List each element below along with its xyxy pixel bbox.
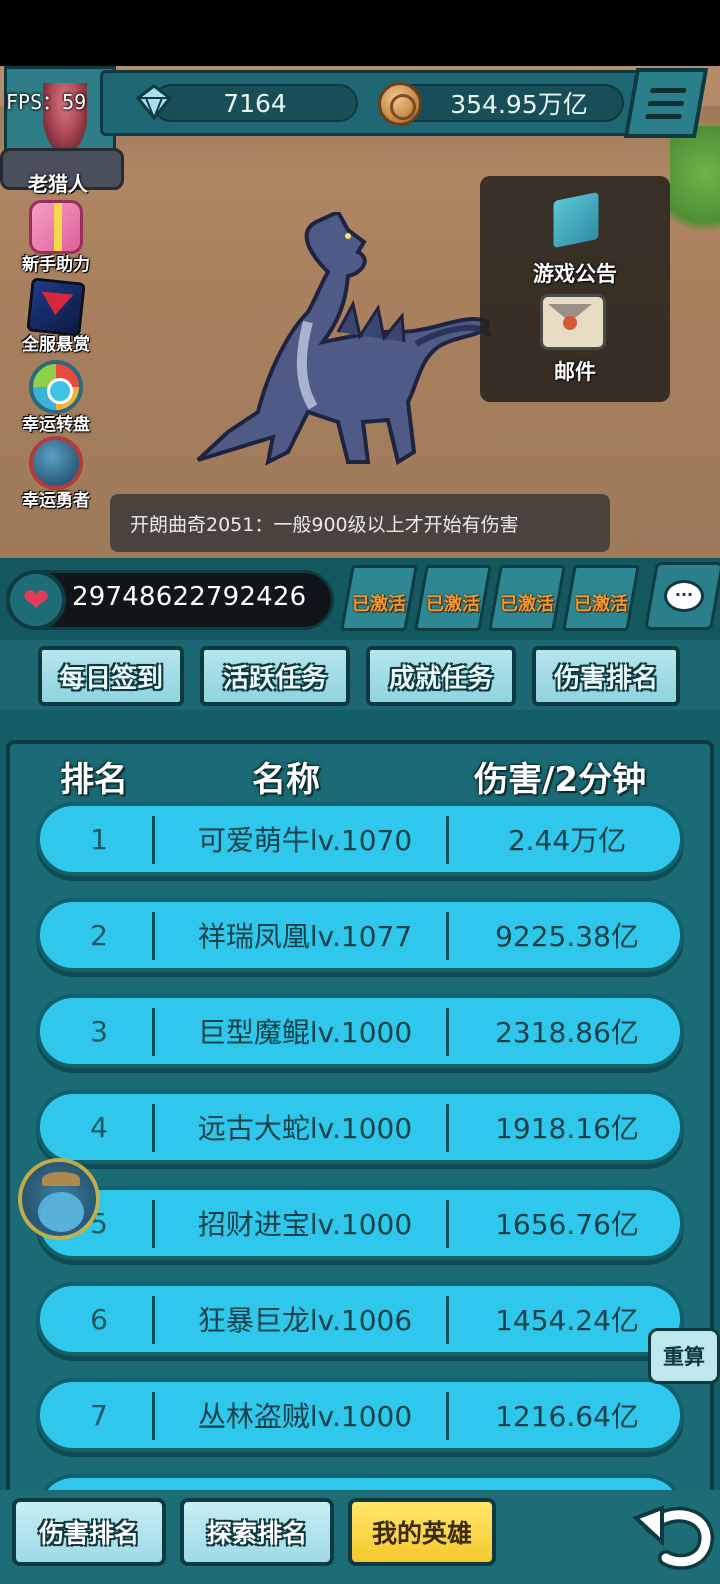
gift-icon [29, 200, 83, 254]
row-rank: 6 [90, 1302, 108, 1336]
recalculate-button[interactable]: 重算 [648, 1328, 720, 1384]
mail-label: 邮件 [554, 360, 596, 384]
header-rank: 排名 [60, 760, 128, 800]
chat-message[interactable]: 开朗曲奇2051：一般900级以上才开始有伤害 [110, 494, 610, 552]
status-area [0, 0, 720, 66]
header-damage: 伤害/2分钟 [474, 760, 647, 800]
back-arrow-icon[interactable] [632, 1496, 716, 1572]
side-item-newbie[interactable]: 新手助力 [6, 200, 106, 275]
chat-button[interactable] [644, 562, 720, 630]
row-damage: 2.44万亿 [507, 824, 627, 857]
row-rank: 7 [90, 1398, 108, 1432]
notice-button[interactable]: 游戏公告 [480, 190, 670, 288]
header-name: 名称 [252, 760, 320, 800]
ranking-row[interactable]: 4 远古大蛇lv.1000 1918.16亿 [36, 1090, 684, 1164]
gem-count: 7164 [223, 88, 287, 118]
mail-icon [540, 294, 606, 350]
nav-my-heroes[interactable]: 我的英雄 [348, 1498, 496, 1566]
hero-icon [29, 436, 83, 490]
ranking-row[interactable]: 7 丛林盗贼lv.1000 1216.64亿 [36, 1378, 684, 1452]
row-name: 狂暴巨龙lv.1006 [197, 1304, 413, 1337]
diamond-icon [135, 84, 173, 121]
gem-counter[interactable]: 7164 [152, 84, 358, 122]
buff-status: 已激活 [574, 594, 628, 615]
row-damage: 1656.76亿 [495, 1208, 639, 1241]
row-name: 祥瑞凤凰lv.1077 [197, 920, 413, 953]
ranking-row[interactable]: 5 招财进宝lv.1000 1656.76亿 [36, 1186, 684, 1260]
fps-counter: FPS：59 [6, 90, 87, 114]
nav-damage-ranking[interactable]: 伤害排名 [12, 1498, 166, 1566]
side-item-wheel[interactable]: 幸运转盘 [6, 360, 106, 435]
side-item-bounty[interactable]: 全服悬赏 [6, 277, 106, 355]
tab-achievements[interactable]: 成就任务 [366, 646, 516, 706]
row-damage: 9225.38亿 [495, 920, 639, 953]
row-name: 丛林盗贼lv.1000 [197, 1400, 413, 1433]
buff-status: 已激活 [426, 594, 480, 615]
player-name: 老猎人 [28, 172, 88, 196]
mail-button[interactable]: 邮件 [480, 294, 670, 386]
ranking-row[interactable]: 3 巨型魔鲲lv.1000 2318.86亿 [36, 994, 684, 1068]
row-name: 招财进宝lv.1000 [197, 1208, 413, 1241]
row-rank: 1 [90, 822, 108, 856]
chat-bubble-icon [664, 580, 704, 612]
bounty-icon [26, 277, 86, 337]
heart-icon: ❤ [22, 581, 50, 619]
quick-menu-popup: 游戏公告 邮件 [480, 176, 670, 402]
row-name: 可爱萌牛lv.1070 [197, 824, 413, 857]
nav-explore-ranking[interactable]: 探索排名 [180, 1498, 334, 1566]
row-damage: 2318.86亿 [495, 1016, 639, 1049]
main-menu-button[interactable] [623, 68, 709, 138]
ranking-row[interactable]: 6 狂暴巨龙lv.1006 1454.24亿 [36, 1282, 684, 1356]
row-name: 远古大蛇lv.1000 [197, 1112, 413, 1145]
row-rank: 4 [90, 1110, 108, 1144]
gold-coin-icon [378, 82, 422, 126]
ranking-row[interactable]: 2 祥瑞凤凰lv.1077 9225.38亿 [36, 898, 684, 972]
chat-message-text: 开朗曲奇2051：一般900级以上才开始有伤害 [130, 513, 519, 536]
gold-counter[interactable]: 354.95万亿 [392, 84, 624, 122]
tab-active-tasks[interactable]: 活跃任务 [200, 646, 350, 706]
row-name: 巨型魔鲲lv.1000 [197, 1016, 413, 1049]
gold-count: 354.95万亿 [450, 90, 588, 119]
buff-status: 已激活 [352, 594, 406, 615]
row-rank: 2 [90, 918, 108, 952]
scene-bush [670, 126, 720, 246]
buff-status: 已激活 [500, 594, 554, 615]
row-damage: 1918.16亿 [495, 1112, 639, 1145]
wheel-icon [29, 360, 83, 414]
menu-line [647, 100, 685, 106]
row-rank: 3 [90, 1014, 108, 1048]
notice-icon [553, 191, 599, 249]
menu-line [645, 113, 683, 119]
mail-icon-wrap [540, 294, 610, 356]
tab-damage-ranking[interactable]: 伤害排名 [532, 646, 680, 706]
heart-badge: ❤ [6, 570, 66, 630]
ranking-row[interactable]: 1 可爱萌牛lv.1070 2.44万亿 [36, 802, 684, 876]
notice-label: 游戏公告 [533, 262, 617, 286]
floating-assistant-icon[interactable] [18, 1158, 100, 1240]
notice-icon-wrap [540, 191, 610, 258]
dragon-boss[interactable] [188, 212, 498, 482]
tab-daily-checkin[interactable]: 每日签到 [38, 646, 184, 706]
menu-line [649, 87, 687, 93]
boss-hp-value: 29748622792426 [72, 582, 307, 612]
row-damage: 1216.64亿 [495, 1400, 639, 1433]
side-item-hero[interactable]: 幸运勇者 [6, 436, 106, 511]
